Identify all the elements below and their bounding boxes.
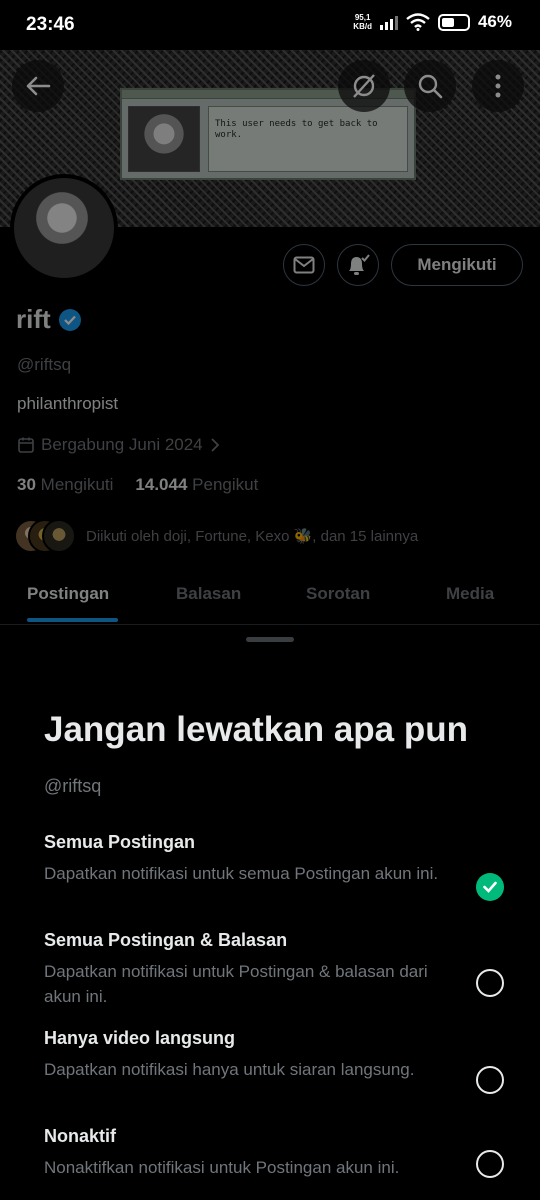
- notification-settings-sheet: Jangan lewatkan apa pun @riftsq Semua Po…: [0, 625, 540, 1200]
- signal-icon: [379, 14, 398, 30]
- status-time: 23:46: [26, 14, 75, 35]
- radio-checked-icon[interactable]: [476, 873, 504, 901]
- option-title: Semua Postingan & Balasan: [44, 930, 288, 950]
- radio-unchecked-icon[interactable]: [476, 1150, 504, 1178]
- battery-percent: 46%: [477, 12, 512, 31]
- radio-unchecked-icon[interactable]: [476, 969, 504, 997]
- sheet-handle: @riftsq: [44, 776, 102, 796]
- option-description: Nonaktifkan notifikasi untuk Postingan a…: [44, 1158, 400, 1177]
- radio-unchecked-icon[interactable]: [476, 1066, 504, 1094]
- dim-overlay[interactable]: [0, 50, 540, 625]
- sheet-drag-handle[interactable]: [246, 637, 294, 642]
- sheet-title: Jangan lewatkan apa pun: [44, 710, 468, 749]
- option-title: Semua Postingan: [44, 832, 196, 852]
- option-posts-and-replies[interactable]: Semua Postingan & Balasan Dapatkan notif…: [44, 930, 504, 1009]
- status-bar: 23:46 95,1 KB/d 46%: [0, 0, 540, 50]
- network-speed-unit: KB/d: [353, 22, 372, 31]
- option-live-video-only[interactable]: Hanya video langsung Dapatkan notifikasi…: [44, 1028, 504, 1094]
- option-description: Dapatkan notifikasi untuk semua Postinga…: [44, 864, 439, 883]
- network-speed: 95,1 KB/d: [353, 13, 372, 31]
- option-title: Nonaktif: [44, 1126, 116, 1146]
- option-off[interactable]: Nonaktif Nonaktifkan notifikasi untuk Po…: [44, 1126, 504, 1180]
- battery-icon: [437, 13, 470, 31]
- status-icons: 95,1 KB/d 46%: [353, 12, 512, 32]
- option-description: Dapatkan notifikasi hanya untuk siaran l…: [44, 1060, 415, 1079]
- option-all-posts[interactable]: Semua Postingan Dapatkan notifikasi untu…: [44, 832, 504, 901]
- network-speed-value: 95,1: [354, 13, 371, 22]
- wifi-icon: [406, 13, 430, 31]
- option-title: Hanya video langsung: [44, 1028, 236, 1048]
- option-description: Dapatkan notifikasi untuk Postingan & ba…: [44, 962, 428, 1006]
